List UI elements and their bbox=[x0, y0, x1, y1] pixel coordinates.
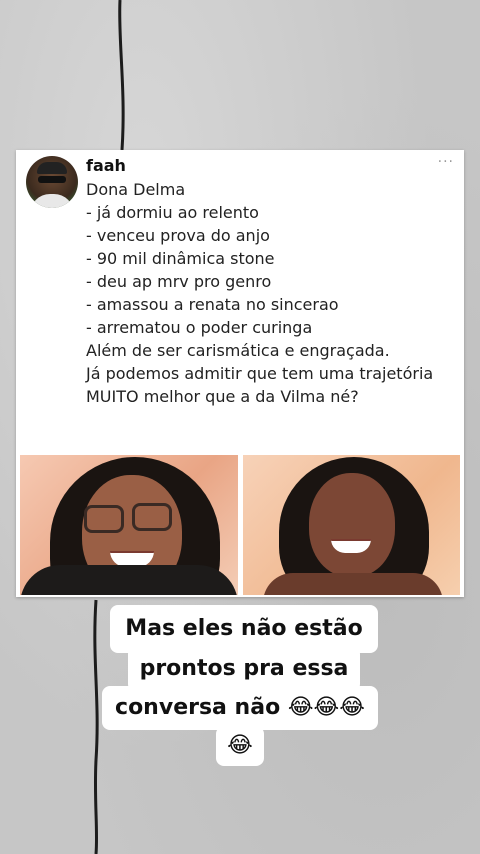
list-item: - 90 mil dinâmica stone bbox=[86, 249, 275, 268]
avatar[interactable] bbox=[26, 156, 78, 208]
tweet-card: faah ··· Dona Delma - já dormiu ao relen… bbox=[16, 150, 464, 597]
caption-line-4: 😂 bbox=[216, 726, 264, 766]
list-item: - deu ap mrv pro genro bbox=[86, 272, 272, 291]
list-item: - amassou a renata no sincerao bbox=[86, 295, 339, 314]
closing-line: Além de ser carismática e engraçada. bbox=[86, 341, 390, 360]
photo-right[interactable] bbox=[243, 455, 460, 595]
tweet-title: Dona Delma bbox=[86, 180, 186, 199]
user-name[interactable]: faah bbox=[86, 156, 126, 175]
photo-left[interactable] bbox=[20, 455, 238, 595]
list-item: - arrematou o poder curinga bbox=[86, 318, 313, 337]
more-options-icon[interactable]: ··· bbox=[438, 154, 454, 170]
list-item: - venceu prova do anjo bbox=[86, 226, 270, 245]
tweet-text: Dona Delma - já dormiu ao relento - venc… bbox=[86, 178, 456, 408]
list-item: - já dormiu ao relento bbox=[86, 203, 259, 222]
caption-line-3: conversa não 😂😂😂 bbox=[102, 686, 378, 730]
closing-line: Já podemos admitir que tem uma trajetóri… bbox=[86, 364, 434, 383]
closing-line: MUITO melhor que a da Vilma né? bbox=[86, 387, 359, 406]
